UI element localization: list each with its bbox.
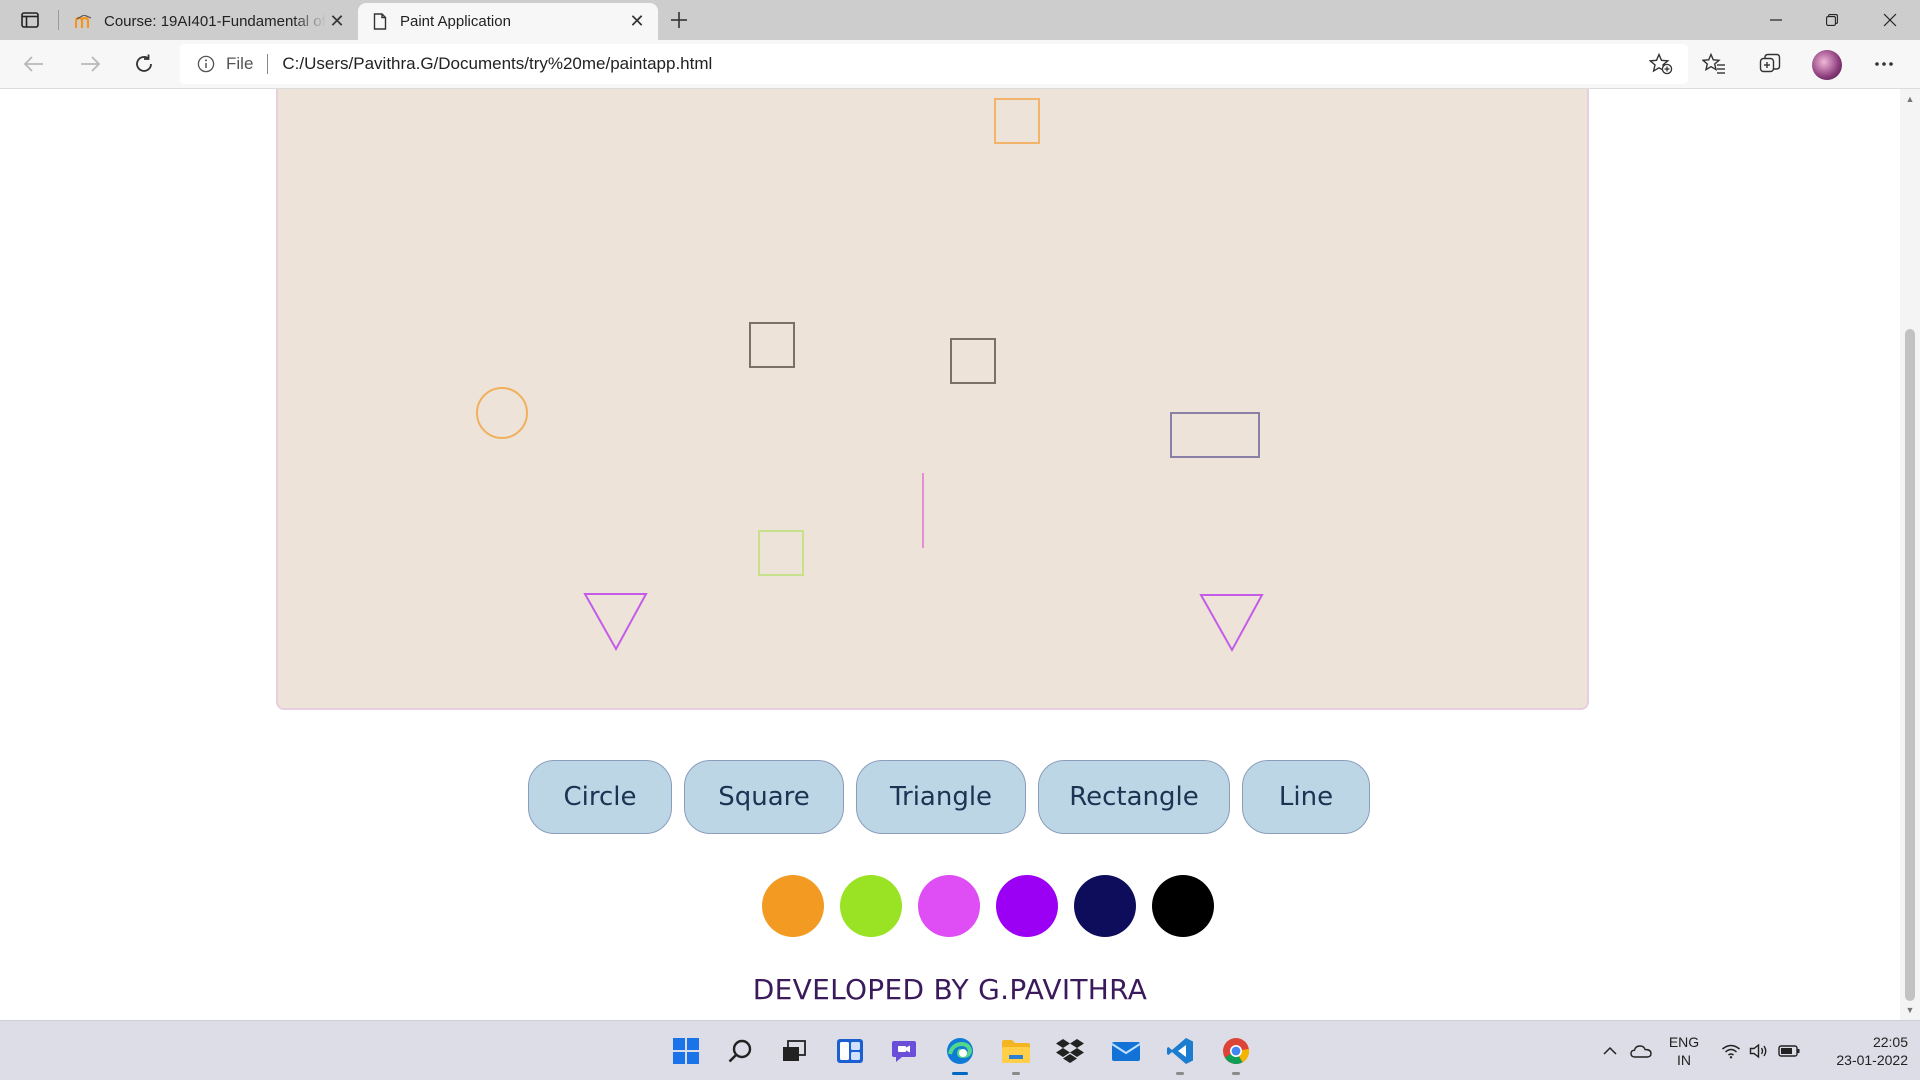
tab-title: Paint Application xyxy=(400,13,511,30)
scheme-label: File xyxy=(226,54,254,73)
circle-button[interactable]: Circle xyxy=(528,760,672,834)
chat-icon[interactable] xyxy=(884,1031,924,1071)
close-window-icon[interactable] xyxy=(1862,0,1918,40)
drawn-square xyxy=(749,322,795,368)
drawn-square xyxy=(758,530,804,576)
tab-title: Course: 19AI401-Fundamental of xyxy=(104,13,326,30)
triangle-button[interactable]: Triangle xyxy=(856,760,1026,834)
rectangle-button[interactable]: Rectangle xyxy=(1038,760,1230,834)
scroll-down-icon[interactable]: ▼ xyxy=(1904,1004,1916,1016)
refresh-icon[interactable] xyxy=(126,48,162,80)
back-icon[interactable] xyxy=(16,48,52,80)
close-tab-icon[interactable]: ✕ xyxy=(326,11,348,33)
drawn-circle xyxy=(476,387,528,439)
developer-credit: DEVELOPED BY G.PAVITHRA xyxy=(752,973,1148,1006)
drawn-shapes xyxy=(476,98,1264,653)
tab-paint-application[interactable]: Paint Application ✕ xyxy=(358,3,658,40)
address-bar[interactable]: File C:/Users/Pavithra.G/Documents/try%2… xyxy=(180,44,1688,84)
more-icon[interactable] xyxy=(1866,48,1902,80)
line-button[interactable]: Line xyxy=(1242,760,1370,834)
page-icon xyxy=(370,12,390,32)
widgets-icon[interactable] xyxy=(830,1031,870,1071)
shape-buttons: Circle Square Triangle Rectangle Line xyxy=(528,760,1370,834)
color-swatch-black[interactable] xyxy=(1152,875,1214,937)
mail-icon[interactable] xyxy=(1106,1031,1146,1071)
color-swatch-green[interactable] xyxy=(840,875,902,937)
file-explorer-icon[interactable] xyxy=(996,1031,1036,1075)
vscode-icon[interactable] xyxy=(1160,1031,1200,1075)
volume-icon[interactable] xyxy=(1746,1031,1772,1071)
onedrive-icon[interactable] xyxy=(1628,1031,1654,1071)
browser-toolbar: File C:/Users/Pavithra.G/Documents/try%2… xyxy=(0,40,1920,89)
collections-icon[interactable] xyxy=(1752,48,1788,80)
vertical-scrollbar[interactable]: ▲ ▼ xyxy=(1900,89,1920,1020)
favorites-icon[interactable] xyxy=(1696,48,1732,80)
moodle-icon xyxy=(74,12,94,32)
drawing-canvas[interactable] xyxy=(276,89,1589,710)
square-button[interactable]: Square xyxy=(684,760,844,834)
info-icon[interactable] xyxy=(196,54,216,74)
tab-strip: Course: 19AI401-Fundamental of ✕ Paint A… xyxy=(0,0,1920,40)
forward-icon[interactable] xyxy=(72,48,108,80)
taskbar: ENG IN 22:05 23-01-2022 xyxy=(0,1020,1920,1080)
color-palette xyxy=(762,875,1214,937)
restore-icon[interactable] xyxy=(1804,0,1860,40)
wifi-icon[interactable] xyxy=(1718,1031,1744,1071)
tab-course[interactable]: Course: 19AI401-Fundamental of ✕ xyxy=(64,3,356,40)
scroll-thumb[interactable] xyxy=(1905,329,1915,1001)
url-text[interactable]: C:/Users/Pavithra.G/Documents/try%20me/p… xyxy=(282,54,712,74)
chrome-icon[interactable] xyxy=(1216,1031,1256,1075)
page-viewport: Circle Square Triangle Rectangle Line DE… xyxy=(0,89,1900,1020)
task-view-icon[interactable] xyxy=(774,1031,814,1071)
tab-actions-icon[interactable] xyxy=(16,8,44,32)
drawn-square xyxy=(950,338,996,384)
minimize-icon[interactable] xyxy=(1748,0,1804,40)
scroll-up-icon[interactable]: ▲ xyxy=(1904,93,1916,105)
tab-separator xyxy=(58,10,59,30)
address-divider xyxy=(267,54,269,74)
show-hidden-icons-icon[interactable] xyxy=(1600,1031,1620,1071)
color-swatch-pink[interactable] xyxy=(918,875,980,937)
close-tab-icon[interactable]: ✕ xyxy=(626,11,648,33)
edge-icon[interactable] xyxy=(940,1031,980,1075)
drawn-square xyxy=(994,98,1040,144)
color-swatch-orange[interactable] xyxy=(762,875,824,937)
battery-icon[interactable] xyxy=(1776,1031,1802,1071)
profile-avatar[interactable] xyxy=(1812,50,1842,80)
dropbox-icon[interactable] xyxy=(1050,1031,1090,1071)
drawn-triangle xyxy=(583,593,648,652)
color-swatch-purple[interactable] xyxy=(996,875,1058,937)
search-icon[interactable] xyxy=(720,1031,760,1071)
drawn-triangle xyxy=(1199,594,1264,653)
add-favorite-icon[interactable] xyxy=(1648,52,1674,76)
start-icon[interactable] xyxy=(666,1031,706,1071)
clock[interactable]: 22:05 23-01-2022 xyxy=(1812,1033,1908,1069)
color-swatch-navy[interactable] xyxy=(1074,875,1136,937)
language-indicator[interactable]: ENG IN xyxy=(1664,1033,1704,1069)
drawn-rectangle xyxy=(1170,412,1260,458)
new-tab-icon[interactable] xyxy=(664,6,694,34)
